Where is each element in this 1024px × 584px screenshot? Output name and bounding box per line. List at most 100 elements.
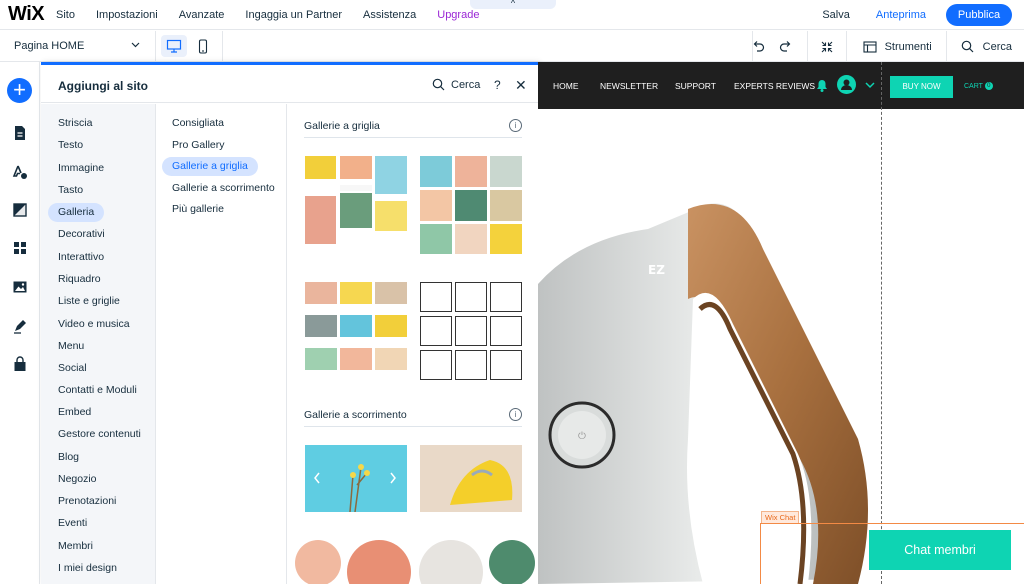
category-eventi[interactable]: Eventi xyxy=(48,514,97,533)
category-decorativi[interactable]: Decorativi xyxy=(48,225,115,244)
category-prenotazioni[interactable]: Prenotazioni xyxy=(48,492,126,511)
background-icon[interactable] xyxy=(12,202,28,218)
bell-icon[interactable] xyxy=(814,77,830,93)
undo-icon[interactable] xyxy=(747,40,769,53)
zoom-out-icon[interactable] xyxy=(816,41,838,53)
tools-icon[interactable] xyxy=(859,40,881,53)
pages-icon[interactable] xyxy=(12,125,28,141)
menu-avanzate[interactable]: Avanzate xyxy=(179,9,225,21)
grid-gallery-preset-3[interactable] xyxy=(305,282,407,380)
category-negozio[interactable]: Negozio xyxy=(48,470,107,489)
panel-search-button[interactable]: Cerca xyxy=(432,78,480,91)
section-grid-galleries: Gallerie a griglia i xyxy=(304,119,522,138)
subcategory-consigliata[interactable]: Consigliata xyxy=(162,114,234,133)
chevron-down-icon[interactable] xyxy=(130,39,141,53)
svg-text:⏻: ⏻ xyxy=(578,431,586,442)
divider xyxy=(155,31,156,62)
preview-button[interactable]: Anteprima xyxy=(876,9,926,21)
slider-gallery-preset-3[interactable] xyxy=(295,540,535,584)
page-selector[interactable]: Pagina HOME xyxy=(14,40,84,52)
chevron-up-icon: ^ xyxy=(510,0,516,8)
search-icon xyxy=(432,78,445,91)
category-testo[interactable]: Testo xyxy=(48,136,93,155)
mobile-view-button[interactable] xyxy=(192,35,214,57)
subcategory-pro-gallery[interactable]: Pro Gallery xyxy=(162,136,235,155)
search-button[interactable]: Cerca xyxy=(983,41,1012,53)
site-nav-home[interactable]: HOME xyxy=(553,81,579,91)
buy-now-button[interactable]: BUY NOW xyxy=(890,76,953,98)
collapse-toolbar-button[interactable]: ^ xyxy=(470,0,556,9)
cart-link[interactable]: CART 0 xyxy=(964,82,993,90)
tools-button[interactable]: Strumenti xyxy=(885,41,932,53)
category-membri[interactable]: Membri xyxy=(48,537,103,556)
add-panel: Aggiungi al sito Cerca ? ✕ Striscia Test… xyxy=(41,62,538,584)
media-icon[interactable] xyxy=(12,279,28,295)
grid-gallery-preset-2[interactable] xyxy=(420,156,522,254)
gallery-presets: Gallerie a griglia i Gallerie a scorrime… xyxy=(288,104,538,584)
redo-icon[interactable] xyxy=(775,40,797,53)
site-header: HOME NEWSLETTER SUPPORT EXPERTS REVIEWS … xyxy=(538,62,1024,109)
category-video-musica[interactable]: Video e musica xyxy=(48,315,140,334)
info-icon[interactable]: i xyxy=(509,119,522,132)
search-icon[interactable] xyxy=(957,40,979,53)
toolbar-right: Strumenti Cerca xyxy=(747,31,1024,62)
category-gestore-contenuti[interactable]: Gestore contenuti xyxy=(48,425,151,444)
category-embed[interactable]: Embed xyxy=(48,403,101,422)
publish-button[interactable]: Pubblica xyxy=(946,4,1012,26)
top-actions: Salva Anteprima Pubblica xyxy=(822,4,1012,26)
slider-gallery-preset-2[interactable] xyxy=(420,445,522,512)
category-galleria[interactable]: Galleria xyxy=(48,203,105,222)
blog-icon[interactable] xyxy=(12,318,28,334)
subcategory-list: Consigliata Pro Gallery Gallerie a grigl… xyxy=(156,104,287,584)
grid-gallery-preset-4[interactable] xyxy=(420,282,522,380)
help-icon[interactable]: ? xyxy=(494,78,501,92)
menu-upgrade[interactable]: Upgrade xyxy=(437,9,479,21)
chevron-down-icon[interactable] xyxy=(865,81,875,89)
category-riquadro[interactable]: Riquadro xyxy=(48,270,111,289)
slider-gallery-preset-1[interactable] xyxy=(305,445,407,513)
subcategory-piu-gallerie[interactable]: Più gallerie xyxy=(162,200,234,219)
add-elements-button[interactable]: + xyxy=(7,78,32,103)
store-icon[interactable] xyxy=(12,356,28,372)
section-title: Gallerie a griglia xyxy=(304,120,380,132)
category-interattivo[interactable]: Interattivo xyxy=(48,248,114,267)
info-icon[interactable]: i xyxy=(509,408,522,421)
category-striscia[interactable]: Striscia xyxy=(48,114,102,133)
left-rail: + xyxy=(0,62,40,584)
site-nav-newsletter[interactable]: NEWSLETTER xyxy=(600,81,658,91)
site-canvas[interactable]: HOME NEWSLETTER SUPPORT EXPERTS REVIEWS … xyxy=(538,62,1024,584)
subcategory-gallerie-griglia[interactable]: Gallerie a griglia xyxy=(162,157,258,176)
category-blog[interactable]: Blog xyxy=(48,448,89,467)
grid-guide-line xyxy=(881,62,882,584)
design-icon[interactable] xyxy=(12,164,28,180)
grid-gallery-preset-1[interactable] xyxy=(305,156,407,254)
save-button[interactable]: Salva xyxy=(822,9,850,21)
close-icon[interactable]: ✕ xyxy=(515,77,527,94)
menu-assistenza[interactable]: Assistenza xyxy=(363,9,416,21)
category-liste-griglie[interactable]: Liste e griglie xyxy=(48,292,130,311)
cart-count-badge: 0 xyxy=(984,82,993,90)
wix-logo[interactable]: WiX xyxy=(8,3,56,26)
chat-members-button[interactable]: Chat membri xyxy=(869,530,1011,570)
category-menu[interactable]: Menu xyxy=(48,337,94,356)
slider-image xyxy=(420,445,522,512)
menu-sito[interactable]: Sito xyxy=(56,9,75,21)
divider xyxy=(222,31,223,62)
category-tasto[interactable]: Tasto xyxy=(48,181,93,200)
category-miei-design[interactable]: I miei design xyxy=(48,559,127,578)
menu-impostazioni[interactable]: Impostazioni xyxy=(96,9,158,21)
avatar[interactable] xyxy=(837,75,856,94)
subcategory-gallerie-scorrimento[interactable]: Gallerie a scorrimento xyxy=(162,179,285,198)
panel-title: Aggiungi al sito xyxy=(58,79,148,93)
menu-ingaggia-partner[interactable]: Ingaggia un Partner xyxy=(245,9,342,21)
category-social[interactable]: Social xyxy=(48,359,97,378)
desktop-view-button[interactable] xyxy=(161,35,187,57)
category-contatti-moduli[interactable]: Contatti e Moduli xyxy=(48,381,147,400)
apps-icon[interactable] xyxy=(12,240,28,256)
category-list: Striscia Testo Immagine Tasto Galleria D… xyxy=(41,104,156,584)
product-mark: EZ xyxy=(648,263,665,277)
category-immagine[interactable]: Immagine xyxy=(48,159,114,178)
desktop-icon xyxy=(166,39,182,53)
site-nav-experts-reviews[interactable]: EXPERTS REVIEWS xyxy=(734,81,815,91)
site-nav-support[interactable]: SUPPORT xyxy=(675,81,716,91)
